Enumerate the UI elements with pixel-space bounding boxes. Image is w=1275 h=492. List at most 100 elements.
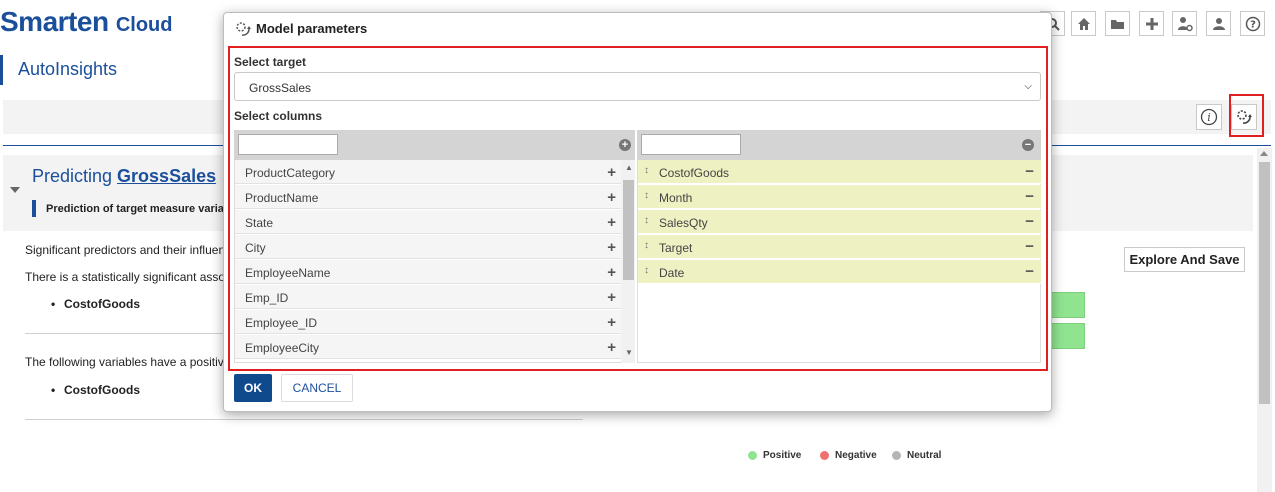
list-item[interactable]: EmployeeName +	[235, 260, 623, 284]
help-icon: ?	[1245, 16, 1260, 31]
select-target-label: Select target	[234, 55, 307, 69]
info-icon: i	[1200, 108, 1218, 126]
remove-icon[interactable]: −	[1025, 238, 1034, 255]
explore-and-save-button[interactable]: Explore And Save	[1124, 247, 1245, 272]
drag-handle-icon[interactable]: ↕	[644, 215, 649, 226]
user-settings-icon	[1177, 16, 1193, 31]
column-name: EmployeeName	[245, 266, 331, 280]
column-name: ProductCategory	[245, 166, 336, 180]
list-item[interactable]: EmployeeCity +	[235, 335, 623, 359]
available-columns-list: ProductCategory + ProductName + State + Cit…	[234, 160, 635, 363]
add-icon[interactable]: +	[607, 289, 616, 306]
add-icon[interactable]: +	[607, 339, 616, 356]
list-item[interactable]: ↕ CostofGoods −	[638, 160, 1041, 184]
subtitle-accent	[32, 200, 36, 217]
user-settings-button[interactable]	[1172, 11, 1197, 36]
available-filter-input[interactable]	[238, 134, 338, 155]
folder-icon	[1110, 19, 1124, 29]
ok-button[interactable]: OK	[234, 374, 272, 402]
list-item[interactable]: ↕ Target −	[638, 235, 1041, 259]
column-name: Month	[659, 191, 693, 205]
remove-icon[interactable]: −	[1025, 263, 1034, 280]
column-name: ProductName	[245, 191, 319, 205]
cancel-button[interactable]: CANCEL	[281, 374, 353, 402]
remove-all-icon[interactable]: −	[1022, 139, 1034, 151]
list-item[interactable]: ProductCategory +	[235, 160, 623, 184]
insight-divider-2	[25, 419, 583, 420]
legend-label: Negative	[835, 450, 877, 461]
selected-columns-header: −	[637, 130, 1041, 160]
selected-filter-input[interactable]	[641, 134, 741, 155]
scroll-up-icon[interactable]	[1260, 151, 1268, 156]
svg-text:i: i	[1207, 111, 1211, 124]
brand-name: Smarten	[0, 6, 109, 37]
remove-icon[interactable]: −	[1025, 163, 1034, 180]
plus-icon	[1145, 17, 1158, 30]
add-icon[interactable]: +	[607, 264, 616, 281]
scroll-down-icon[interactable]: ▼	[625, 348, 633, 357]
legend-dot-neutral	[892, 451, 901, 460]
legend-negative: Negative	[820, 450, 877, 461]
insight-bullet-2: CostofGoods	[51, 383, 140, 397]
page-title-accent	[0, 55, 3, 85]
column-name: Target	[659, 241, 693, 255]
add-icon[interactable]: +	[607, 239, 616, 256]
legend-label: Neutral	[907, 450, 942, 461]
add-icon[interactable]: +	[607, 214, 616, 231]
model-parameters-dialog: Model parameters Select target GrossSale…	[223, 12, 1052, 412]
user-profile-button[interactable]	[1206, 11, 1231, 36]
drag-handle-icon[interactable]: ↕	[644, 240, 649, 251]
info-button[interactable]: i	[1196, 104, 1222, 130]
collapse-caret-icon[interactable]	[10, 187, 20, 193]
add-icon[interactable]: +	[607, 314, 616, 331]
available-list-scrollbar-thumb[interactable]	[623, 180, 634, 280]
column-name: SalesQty	[659, 216, 708, 230]
selected-columns-list: ↕ CostofGoods − ↕ Month − ↕ SalesQty − ↕ Target…	[637, 160, 1041, 363]
drag-handle-icon[interactable]: ↕	[644, 165, 649, 176]
legend-positive: Positive	[748, 450, 801, 461]
legend-label: Positive	[763, 450, 802, 461]
svg-text:?: ?	[1250, 19, 1256, 30]
add-icon[interactable]: +	[607, 189, 616, 206]
column-name: State	[245, 216, 274, 230]
insight-title-prefix: Predicting	[32, 166, 118, 186]
insight-line-2: There is a statistically significant ass…	[25, 270, 226, 284]
add-icon[interactable]: +	[607, 164, 616, 181]
home-icon	[1077, 17, 1090, 30]
drag-handle-icon[interactable]: ↕	[644, 265, 649, 276]
legend-dot-negative	[820, 451, 829, 460]
legend-neutral: Neutral	[892, 450, 941, 461]
open-folder-button[interactable]	[1105, 11, 1130, 36]
drag-handle-icon[interactable]: ↕	[644, 190, 649, 201]
add-button[interactable]	[1139, 11, 1164, 36]
list-item[interactable]: ProductName +	[235, 185, 623, 209]
list-item[interactable]: ↕ Date −	[638, 260, 1041, 284]
legend-dot-positive	[748, 451, 757, 460]
page-scrollbar-thumb[interactable]	[1259, 162, 1270, 404]
home-button[interactable]	[1071, 11, 1096, 36]
list-item[interactable]: State +	[235, 210, 623, 234]
list-item[interactable]: Emp_ID +	[235, 285, 623, 309]
insight-line-3: The following variables have a positiv	[25, 355, 224, 369]
column-name: CostofGoods	[659, 166, 730, 180]
column-name: City	[245, 241, 266, 255]
remove-icon[interactable]: −	[1025, 213, 1034, 230]
highlight-model-button	[1229, 94, 1264, 137]
insight-subtitle: Prediction of target measure varia	[46, 203, 224, 215]
column-name: Date	[659, 266, 685, 280]
list-item[interactable]: City +	[235, 235, 623, 259]
target-select[interactable]: GrossSales ⌵	[234, 72, 1041, 101]
page-title: AutoInsights	[18, 59, 118, 79]
list-item[interactable]: Employee_ID +	[235, 310, 623, 334]
add-all-icon[interactable]: +	[619, 139, 631, 151]
column-name: EmployeeCity	[245, 341, 320, 355]
dialog-title: Model parameters	[256, 21, 368, 36]
list-item[interactable]: ↕ Month −	[638, 185, 1041, 209]
list-item[interactable]: ↕ SalesQty −	[638, 210, 1041, 234]
help-button[interactable]: ?	[1240, 11, 1265, 36]
available-columns-header: +	[234, 130, 635, 160]
brand-suffix: Cloud	[115, 14, 173, 36]
insight-target-link[interactable]: GrossSales	[117, 166, 216, 186]
remove-icon[interactable]: −	[1025, 188, 1034, 205]
scroll-up-icon[interactable]: ▲	[625, 163, 633, 172]
